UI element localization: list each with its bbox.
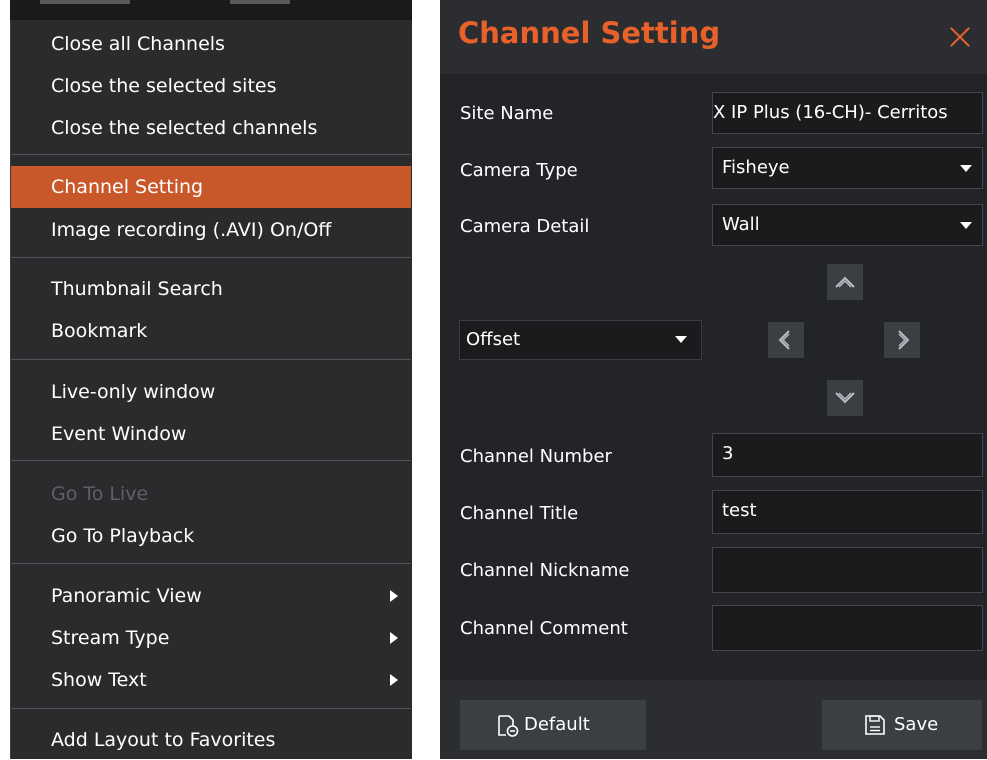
submenu-arrow-icon: [390, 674, 398, 686]
pan-up-icon: [835, 276, 855, 288]
menu-item-live-only-window[interactable]: Live-only window: [11, 372, 411, 412]
dialog-title: Channel Setting: [458, 16, 721, 50]
menu-separator: [11, 359, 411, 360]
menu-item-stream-type[interactable]: Stream Type: [11, 618, 411, 658]
channel-setting-dialog: Channel Setting Site Name X IP Plus (16-…: [440, 0, 987, 759]
dropdown-arrow-icon: [960, 165, 972, 172]
camera-type-select[interactable]: Fisheye: [712, 147, 983, 189]
menu-top-strip: [10, 0, 412, 20]
submenu-arrow-icon: [390, 590, 398, 602]
menu-separator: [11, 708, 411, 709]
menu-item-close-selected-channels[interactable]: Close the selected channels: [11, 108, 411, 148]
menu-separator: [11, 563, 411, 564]
channel-title-input[interactable]: test: [712, 490, 983, 534]
menu-separator: [11, 257, 411, 258]
menu-item-close-selected-sites[interactable]: Close the selected sites: [11, 66, 411, 106]
channel-number-value: 3: [722, 443, 734, 464]
menu-item-thumbnail-search[interactable]: Thumbnail Search: [11, 269, 411, 309]
pan-up-button[interactable]: [827, 264, 863, 300]
channel-title-value: test: [722, 500, 757, 521]
close-icon[interactable]: [949, 26, 971, 48]
menu-separator: [11, 154, 411, 155]
menu-item-event-window[interactable]: Event Window: [11, 414, 411, 454]
site-name-label: Site Name: [460, 103, 554, 124]
default-button[interactable]: Default: [460, 700, 646, 750]
channel-number-label: Channel Number: [460, 446, 612, 467]
menu-item-label: Show Text: [51, 669, 147, 691]
site-name-field[interactable]: X IP Plus (16-CH)- Cerritos: [712, 92, 983, 134]
camera-type-value: Fisheye: [722, 157, 790, 178]
channel-title-label: Channel Title: [460, 503, 579, 524]
save-icon: [865, 715, 885, 735]
save-button[interactable]: Save: [822, 700, 982, 750]
pan-right-icon: [898, 330, 910, 350]
context-menu: Close all Channels Close the selected si…: [10, 20, 412, 759]
menu-item-panoramic-view[interactable]: Panoramic View: [11, 576, 411, 616]
menu-item-image-recording[interactable]: Image recording (.AVI) On/Off: [11, 210, 411, 250]
camera-detail-value: Wall: [722, 214, 760, 235]
pan-left-button[interactable]: [768, 322, 804, 358]
dropdown-arrow-icon: [675, 336, 687, 343]
dropdown-arrow-icon: [960, 222, 972, 229]
menu-item-bookmark[interactable]: Bookmark: [11, 311, 411, 351]
offset-value: Offset: [466, 329, 521, 350]
menu-item-label: Panoramic View: [51, 585, 202, 607]
channel-nickname-input[interactable]: [712, 547, 983, 593]
default-button-label: Default: [524, 714, 590, 735]
offset-select[interactable]: Offset: [459, 320, 702, 360]
channel-number-input[interactable]: 3: [712, 433, 983, 477]
camera-type-label: Camera Type: [460, 160, 578, 181]
channel-comment-label: Channel Comment: [460, 618, 628, 639]
default-reset-icon: [498, 715, 519, 737]
submenu-arrow-icon: [390, 632, 398, 644]
pan-left-icon: [778, 330, 790, 350]
pan-right-button[interactable]: [884, 322, 920, 358]
menu-item-go-to-playback[interactable]: Go To Playback: [11, 516, 411, 556]
pan-down-icon: [835, 392, 855, 404]
camera-detail-select[interactable]: Wall: [712, 204, 983, 246]
menu-item-show-text[interactable]: Show Text: [11, 660, 411, 700]
channel-nickname-label: Channel Nickname: [460, 560, 630, 581]
site-name-value: X IP Plus (16-CH)- Cerritos: [713, 102, 948, 123]
menu-separator: [11, 460, 411, 461]
menu-item-label: Stream Type: [51, 627, 170, 649]
camera-detail-label: Camera Detail: [460, 216, 590, 237]
channel-comment-input[interactable]: [712, 605, 983, 651]
menu-item-channel-setting[interactable]: Channel Setting: [11, 166, 411, 208]
menu-item-go-to-live: Go To Live: [51, 483, 149, 505]
pan-down-button[interactable]: [827, 380, 863, 416]
menu-item-add-layout-to-favorites[interactable]: Add Layout to Favorites: [11, 720, 411, 760]
save-button-label: Save: [894, 714, 939, 735]
menu-item-close-all-channels[interactable]: Close all Channels: [11, 24, 411, 64]
